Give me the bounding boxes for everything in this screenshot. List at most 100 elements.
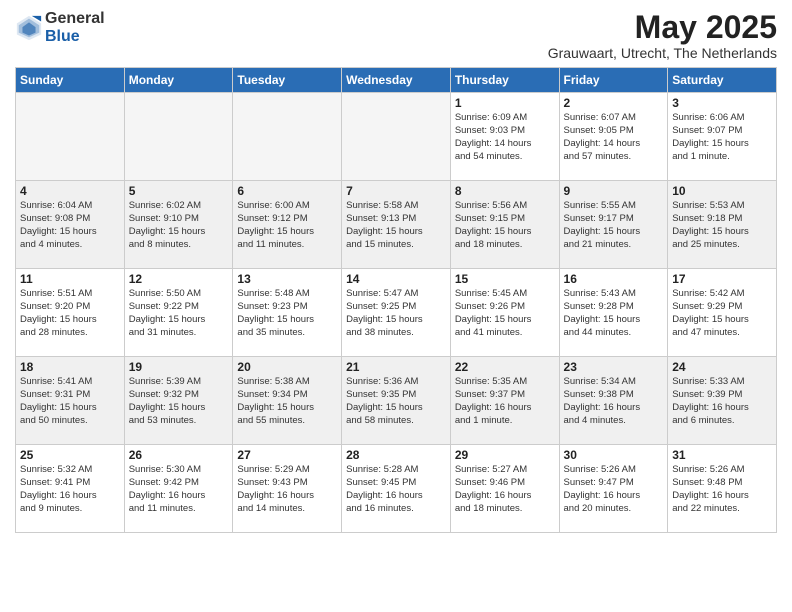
col-monday: Monday: [124, 68, 233, 93]
day-info: Sunrise: 5:43 AM Sunset: 9:28 PM Dayligh…: [564, 288, 664, 339]
calendar-week-1: 1 Sunrise: 6:09 AM Sunset: 9:03 PM Daylig…: [16, 93, 777, 181]
calendar-cell: 8 Sunrise: 5:56 AM Sunset: 9:15 PM Daylig…: [450, 181, 559, 269]
day-number: 21: [346, 360, 446, 374]
day-info: Sunrise: 5:26 AM Sunset: 9:48 PM Dayligh…: [672, 464, 772, 515]
day-number: 23: [564, 360, 664, 374]
day-info: Sunrise: 5:45 AM Sunset: 9:26 PM Dayligh…: [455, 288, 555, 339]
calendar-cell: 15 Sunrise: 5:45 AM Sunset: 9:26 PM Dayli…: [450, 269, 559, 357]
calendar-cell: 9 Sunrise: 5:55 AM Sunset: 9:17 PM Daylig…: [559, 181, 668, 269]
day-number: 18: [20, 360, 120, 374]
day-info: Sunrise: 5:28 AM Sunset: 9:45 PM Dayligh…: [346, 464, 446, 515]
day-number: 15: [455, 272, 555, 286]
col-wednesday: Wednesday: [342, 68, 451, 93]
calendar-cell: 20Sunrise: 5:38 AM Sunset: 9:34 PM Dayli…: [233, 357, 342, 445]
day-info: Sunrise: 6:07 AM Sunset: 9:05 PM Dayligh…: [564, 112, 664, 163]
calendar-cell: 2 Sunrise: 6:07 AM Sunset: 9:05 PM Daylig…: [559, 93, 668, 181]
calendar-cell: 16 Sunrise: 5:43 AM Sunset: 9:28 PM Dayli…: [559, 269, 668, 357]
col-tuesday: Tuesday: [233, 68, 342, 93]
calendar-cell: [342, 93, 451, 181]
calendar-cell: 22Sunrise: 5:35 AM Sunset: 9:37 PM Dayli…: [450, 357, 559, 445]
calendar-table: Sunday Monday Tuesday Wednesday Thursday…: [15, 67, 777, 533]
logo: General Blue: [15, 10, 105, 45]
day-info: Sunrise: 5:41 AM Sunset: 9:31 PM Dayligh…: [20, 376, 120, 427]
day-number: 16: [564, 272, 664, 286]
calendar-cell: 24 Sunrise: 5:33 AM Sunset: 9:39 PM Dayli…: [668, 357, 777, 445]
calendar-cell: 21 Sunrise: 5:36 AM Sunset: 9:35 PM Dayli…: [342, 357, 451, 445]
day-number: 10: [672, 184, 772, 198]
calendar-cell: 31Sunrise: 5:26 AM Sunset: 9:48 PM Dayli…: [668, 445, 777, 533]
calendar-cell: [16, 93, 125, 181]
day-number: 8: [455, 184, 555, 198]
day-info: Sunrise: 5:58 AM Sunset: 9:13 PM Dayligh…: [346, 200, 446, 251]
calendar-cell: 5Sunrise: 6:02 AM Sunset: 9:10 PM Daylig…: [124, 181, 233, 269]
day-number: 7: [346, 184, 446, 198]
calendar-cell: 28 Sunrise: 5:28 AM Sunset: 9:45 PM Dayli…: [342, 445, 451, 533]
day-info: Sunrise: 5:34 AM Sunset: 9:38 PM Dayligh…: [564, 376, 664, 427]
day-number: 26: [129, 448, 229, 462]
day-info: Sunrise: 5:42 AM Sunset: 9:29 PM Dayligh…: [672, 288, 772, 339]
day-number: 12: [129, 272, 229, 286]
calendar-cell: 1 Sunrise: 6:09 AM Sunset: 9:03 PM Daylig…: [450, 93, 559, 181]
logo-text: General Blue: [45, 10, 105, 45]
calendar-cell: 26Sunrise: 5:30 AM Sunset: 9:42 PM Dayli…: [124, 445, 233, 533]
day-number: 2: [564, 96, 664, 110]
page-container: General Blue May 2025 Grauwaart, Utrecht…: [0, 0, 792, 543]
day-info: Sunrise: 5:50 AM Sunset: 9:22 PM Dayligh…: [129, 288, 229, 339]
calendar-cell: 4 Sunrise: 6:04 AM Sunset: 9:08 PM Daylig…: [16, 181, 125, 269]
col-sunday: Sunday: [16, 68, 125, 93]
logo-icon: [15, 14, 43, 42]
day-number: 19: [129, 360, 229, 374]
day-info: Sunrise: 5:51 AM Sunset: 9:20 PM Dayligh…: [20, 288, 120, 339]
calendar-cell: 18 Sunrise: 5:41 AM Sunset: 9:31 PM Dayli…: [16, 357, 125, 445]
day-number: 30: [564, 448, 664, 462]
title-block: May 2025 Grauwaart, Utrecht, The Netherl…: [548, 10, 777, 61]
day-info: Sunrise: 5:36 AM Sunset: 9:35 PM Dayligh…: [346, 376, 446, 427]
header-row: Sunday Monday Tuesday Wednesday Thursday…: [16, 68, 777, 93]
day-info: Sunrise: 5:56 AM Sunset: 9:15 PM Dayligh…: [455, 200, 555, 251]
day-info: Sunrise: 6:00 AM Sunset: 9:12 PM Dayligh…: [237, 200, 337, 251]
day-number: 27: [237, 448, 337, 462]
day-number: 11: [20, 272, 120, 286]
day-number: 24: [672, 360, 772, 374]
calendar-cell: 17 Sunrise: 5:42 AM Sunset: 9:29 PM Dayli…: [668, 269, 777, 357]
day-info: Sunrise: 5:47 AM Sunset: 9:25 PM Dayligh…: [346, 288, 446, 339]
calendar-cell: [233, 93, 342, 181]
day-number: 3: [672, 96, 772, 110]
calendar-cell: 30 Sunrise: 5:26 AM Sunset: 9:47 PM Dayli…: [559, 445, 668, 533]
col-thursday: Thursday: [450, 68, 559, 93]
day-info: Sunrise: 5:33 AM Sunset: 9:39 PM Dayligh…: [672, 376, 772, 427]
day-number: 6: [237, 184, 337, 198]
calendar-cell: 13Sunrise: 5:48 AM Sunset: 9:23 PM Dayli…: [233, 269, 342, 357]
calendar-cell: 27 Sunrise: 5:29 AM Sunset: 9:43 PM Dayli…: [233, 445, 342, 533]
day-number: 1: [455, 96, 555, 110]
calendar-week-5: 25Sunrise: 5:32 AM Sunset: 9:41 PM Dayli…: [16, 445, 777, 533]
day-info: Sunrise: 6:06 AM Sunset: 9:07 PM Dayligh…: [672, 112, 772, 163]
calendar-cell: 11 Sunrise: 5:51 AM Sunset: 9:20 PM Dayli…: [16, 269, 125, 357]
day-number: 13: [237, 272, 337, 286]
day-number: 28: [346, 448, 446, 462]
day-number: 14: [346, 272, 446, 286]
calendar-week-4: 18 Sunrise: 5:41 AM Sunset: 9:31 PM Dayli…: [16, 357, 777, 445]
calendar-cell: 14 Sunrise: 5:47 AM Sunset: 9:25 PM Dayli…: [342, 269, 451, 357]
calendar-cell: 12 Sunrise: 5:50 AM Sunset: 9:22 PM Dayli…: [124, 269, 233, 357]
day-number: 22: [455, 360, 555, 374]
day-info: Sunrise: 5:29 AM Sunset: 9:43 PM Dayligh…: [237, 464, 337, 515]
day-number: 5: [129, 184, 229, 198]
day-number: 20: [237, 360, 337, 374]
day-info: Sunrise: 5:26 AM Sunset: 9:47 PM Dayligh…: [564, 464, 664, 515]
day-info: Sunrise: 5:27 AM Sunset: 9:46 PM Dayligh…: [455, 464, 555, 515]
day-info: Sunrise: 6:04 AM Sunset: 9:08 PM Dayligh…: [20, 200, 120, 251]
calendar-week-2: 4 Sunrise: 6:04 AM Sunset: 9:08 PM Daylig…: [16, 181, 777, 269]
day-number: 17: [672, 272, 772, 286]
calendar-cell: 6 Sunrise: 6:00 AM Sunset: 9:12 PM Daylig…: [233, 181, 342, 269]
logo-blue-text: Blue: [45, 28, 105, 46]
day-number: 4: [20, 184, 120, 198]
col-saturday: Saturday: [668, 68, 777, 93]
location-subtitle: Grauwaart, Utrecht, The Netherlands: [548, 45, 777, 61]
day-info: Sunrise: 6:09 AM Sunset: 9:03 PM Dayligh…: [455, 112, 555, 163]
day-number: 9: [564, 184, 664, 198]
calendar-cell: 7 Sunrise: 5:58 AM Sunset: 9:13 PM Daylig…: [342, 181, 451, 269]
day-info: Sunrise: 5:55 AM Sunset: 9:17 PM Dayligh…: [564, 200, 664, 251]
calendar-cell: 23 Sunrise: 5:34 AM Sunset: 9:38 PM Dayli…: [559, 357, 668, 445]
calendar-cell: 25Sunrise: 5:32 AM Sunset: 9:41 PM Dayli…: [16, 445, 125, 533]
